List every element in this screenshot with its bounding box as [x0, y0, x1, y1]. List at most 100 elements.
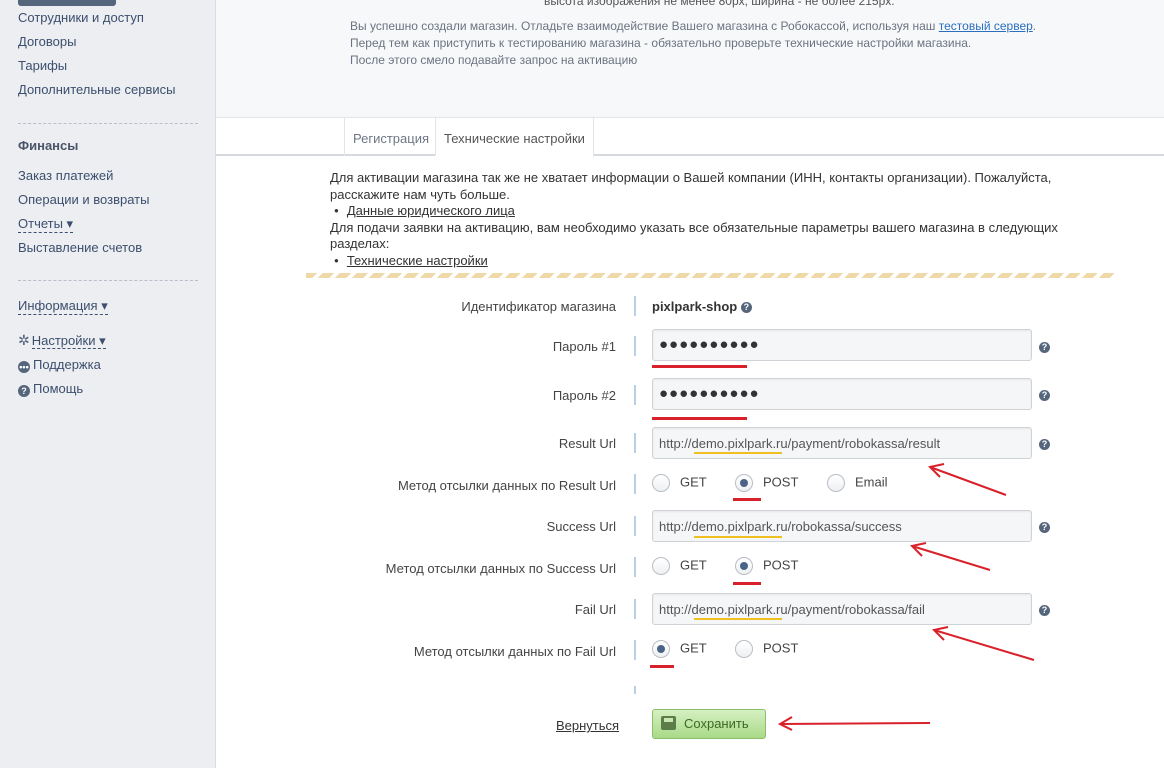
- form-divider: [634, 557, 636, 577]
- radio-label: GET: [680, 557, 707, 573]
- result-url-label: Result Url: [558, 436, 616, 451]
- sidebar-help-label: Помощь: [33, 381, 84, 396]
- fail-method-post-radio[interactable]: POST: [735, 640, 798, 662]
- form-divider: [634, 599, 636, 619]
- sidebar-item-settings[interactable]: ✲ Настройки ▾: [18, 332, 106, 349]
- sidebar-top-button[interactable]: [18, 0, 116, 6]
- notice-cut-line: высота изображения не менее 80px, ширина…: [544, 0, 895, 8]
- form-divider: [634, 385, 636, 405]
- sidebar-item-help[interactable]: ? Помощь: [18, 381, 83, 397]
- activation-text-1: Для активации магазина так же не хватает…: [330, 170, 1052, 202]
- red-annotation-underline: [652, 365, 747, 368]
- fail-method-get-radio[interactable]: GET: [652, 640, 707, 662]
- fail-method-label: Метод отсылки данных по Fail Url: [413, 644, 616, 659]
- sidebar-item-extra-services[interactable]: Дополнительные сервисы: [18, 82, 176, 97]
- success-url-label: Success Url: [546, 519, 616, 534]
- help-icon[interactable]: ?: [1039, 439, 1050, 450]
- result-method-get-radio[interactable]: GET: [652, 474, 707, 496]
- warning-stripe-divider: [306, 273, 1114, 278]
- radio-label: POST: [763, 474, 799, 490]
- radio-dot: [652, 557, 670, 575]
- result-method-email-radio[interactable]: Email: [827, 474, 888, 496]
- list-item: Данные юридического лица: [330, 203, 1070, 220]
- sidebar-divider: [18, 280, 198, 281]
- tab-technical-settings[interactable]: Технические настройки: [436, 118, 594, 158]
- help-icon[interactable]: ?: [1039, 390, 1050, 401]
- save-button[interactable]: Сохранить: [652, 709, 766, 739]
- yellow-annotation-underline: [694, 618, 782, 620]
- radio-dot: [827, 474, 845, 492]
- sidebar-item-tariffs[interactable]: Тарифы: [18, 58, 67, 73]
- sidebar-settings-label: Настройки ▾: [31, 333, 106, 349]
- technical-settings-link[interactable]: Технические настройки: [347, 253, 488, 268]
- form-divider: [634, 433, 636, 453]
- radio-label: GET: [680, 640, 707, 656]
- radio-dot: [652, 474, 670, 492]
- red-annotation-underline: [733, 498, 761, 501]
- result-method-label: Метод отсылки данных по Result Url: [397, 478, 616, 493]
- legal-entity-link[interactable]: Данные юридического лица: [347, 203, 515, 218]
- help-icon[interactable]: ?: [1039, 605, 1050, 616]
- radio-label: POST: [763, 557, 799, 573]
- sidebar-item-reports[interactable]: Отчеты ▾: [18, 216, 74, 233]
- password1-field[interactable]: ●●●●●●●●●●: [652, 329, 1032, 361]
- yellow-annotation-underline: [694, 536, 782, 538]
- notice-line-1: Вы успешно создали магазин. Отладьте вза…: [350, 19, 1036, 33]
- save-button-label: Сохранить: [684, 716, 749, 731]
- notice-panel: высота изображения не менее 80px, ширина…: [216, 0, 1164, 118]
- success-method-get-radio[interactable]: GET: [652, 557, 707, 579]
- back-link[interactable]: Вернуться: [556, 718, 619, 733]
- notice-line-1-text: Вы успешно создали магазин. Отладьте вза…: [350, 19, 939, 33]
- form-divider: [634, 474, 636, 494]
- radio-dot: [735, 474, 753, 492]
- sidebar-item-contracts[interactable]: Договоры: [18, 34, 76, 49]
- notice-line-1-suffix: .: [1032, 19, 1037, 33]
- sidebar-item-payments-order[interactable]: Заказ платежей: [18, 168, 113, 183]
- gear-icon: ✲: [18, 332, 30, 348]
- question-icon: ?: [18, 385, 30, 397]
- form-divider: [634, 336, 636, 356]
- help-icon[interactable]: ?: [1039, 342, 1050, 353]
- shop-id-row: pixlpark-shop ?: [652, 299, 752, 314]
- form-divider: [634, 516, 636, 536]
- tab-registration[interactable]: Регистрация: [344, 118, 436, 156]
- floppy-disk-icon: [661, 716, 676, 730]
- shop-id-value: pixlpark-shop: [652, 299, 738, 314]
- list-item: Технические настройки: [330, 253, 1070, 270]
- sidebar-item-support[interactable]: ••• Поддержка: [18, 357, 101, 373]
- red-annotation-underline: [733, 582, 761, 585]
- shop-id-label: Идентификатор магазина: [461, 299, 616, 314]
- form-divider: [634, 640, 636, 660]
- fail-url-label: Fail Url: [574, 602, 616, 617]
- radio-label: Email: [855, 474, 888, 490]
- chat-icon: •••: [18, 361, 30, 373]
- notice-line-3: После этого смело подавайте запрос на ак…: [350, 53, 638, 67]
- red-annotation-arrow: [777, 716, 931, 731]
- radio-dot: [735, 557, 753, 575]
- notice-line-2: Перед тем как приступить к тестированию …: [350, 36, 972, 50]
- main-content: Регистрация Технические настройки Для ак…: [216, 118, 1164, 768]
- radio-dot: [735, 640, 753, 658]
- sidebar-item-employees[interactable]: Сотрудники и доступ: [18, 10, 144, 25]
- activation-info: Для активации магазина так же не хватает…: [330, 170, 1070, 270]
- success-method-label: Метод отсылки данных по Success Url: [385, 561, 616, 576]
- help-icon[interactable]: ?: [740, 302, 752, 313]
- yellow-annotation-underline: [694, 452, 782, 454]
- red-annotation-arrow: [909, 542, 991, 571]
- form-divider: [634, 686, 636, 694]
- sidebar-support-label: Поддержка: [33, 357, 101, 372]
- tab-bar: Регистрация Технические настройки: [216, 118, 1164, 158]
- sidebar-item-information[interactable]: Информация ▾: [18, 298, 108, 315]
- password2-field[interactable]: ●●●●●●●●●●: [652, 378, 1032, 410]
- sidebar-item-operations[interactable]: Операции и возвраты: [18, 192, 149, 207]
- result-method-post-radio[interactable]: POST: [735, 474, 798, 496]
- sidebar-item-invoicing[interactable]: Выставление счетов: [18, 240, 142, 255]
- sidebar-heading-finance: Финансы: [18, 138, 79, 153]
- radio-label: GET: [680, 474, 707, 490]
- red-annotation-underline: [652, 417, 747, 420]
- success-method-post-radio[interactable]: POST: [735, 557, 798, 579]
- red-annotation-arrow: [931, 626, 1035, 661]
- sidebar: Сотрудники и доступ Договоры Тарифы Допо…: [0, 0, 216, 768]
- help-icon[interactable]: ?: [1039, 522, 1050, 533]
- test-server-link[interactable]: тестовый сервер: [939, 19, 1033, 33]
